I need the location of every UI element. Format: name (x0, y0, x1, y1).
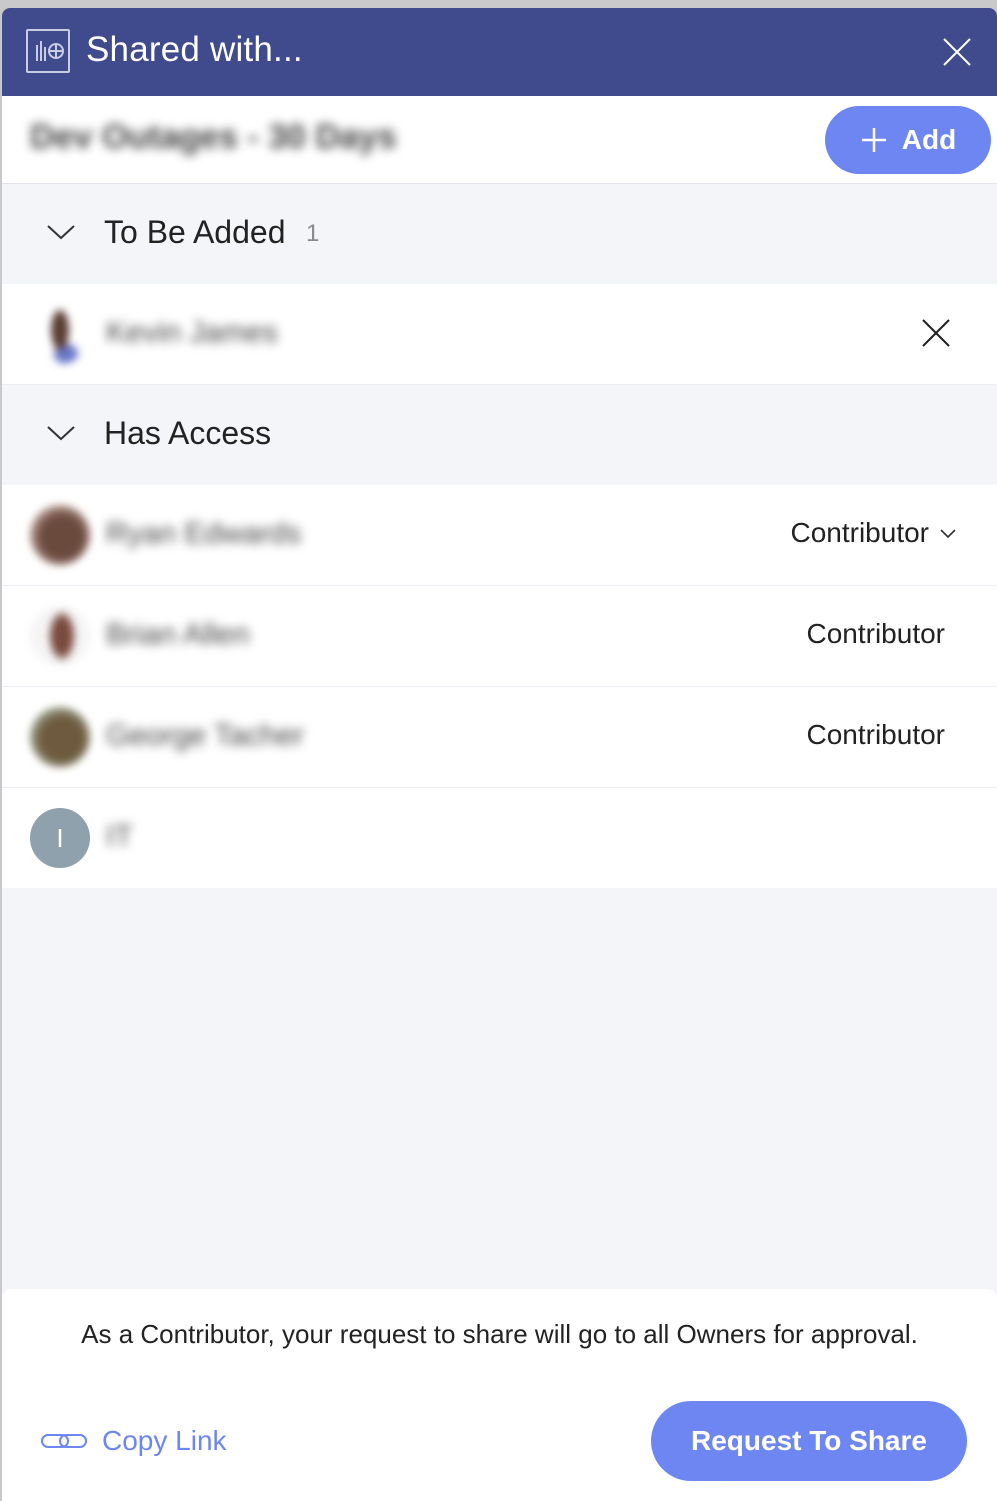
plus-icon (861, 128, 886, 152)
add-button[interactable]: Add (825, 106, 991, 174)
role-dropdown[interactable]: Contributor (790, 517, 957, 549)
user-name: Brian Allen (106, 618, 250, 651)
dialog-title: Shared with... (86, 30, 303, 69)
contributor-note: As a Contributor, your request to share … (81, 1319, 918, 1349)
avatar (30, 707, 90, 767)
section-title: Has Access (104, 415, 272, 451)
user-name: George Tacher (106, 719, 304, 752)
avatar (30, 606, 90, 666)
dashboard-name: Dev Outages - 30 Days (30, 118, 397, 156)
user-name: Ryan Edwards (106, 517, 302, 550)
dashboard-icon (26, 29, 70, 73)
section-has-access[interactable]: Has Access (2, 385, 997, 485)
share-dialog: Shared with... Dev Outages - 30 Days Add… (2, 8, 997, 1501)
user-name: Kevin James (106, 316, 278, 349)
chevron-down-icon[interactable] (46, 222, 76, 242)
list-item: I IT (2, 788, 997, 888)
role-label: Contributor (806, 618, 945, 649)
list-item: Ryan Edwards Contributor (2, 485, 997, 586)
section-title: To Be Added (104, 214, 286, 250)
remove-user-icon[interactable] (921, 318, 951, 348)
dashboard-name-bar: Dev Outages - 30 Days Add (2, 96, 997, 184)
close-icon[interactable] (941, 36, 973, 68)
list-item: George Tacher Contributor (2, 687, 997, 788)
section-to-be-added[interactable]: To Be Added 1 (2, 184, 997, 284)
chevron-down-icon[interactable] (46, 423, 76, 443)
request-to-share-button[interactable]: Request To Share (651, 1401, 967, 1481)
role-label: Contributor (790, 517, 929, 548)
link-icon (41, 1434, 87, 1448)
section-count: 1 (306, 220, 320, 247)
role-label: Contributor (806, 719, 945, 750)
chevron-down-icon (940, 529, 956, 539)
copy-link-button[interactable]: Copy Link (40, 1425, 227, 1457)
avatar (30, 505, 90, 565)
dialog-titlebar: Shared with... (2, 8, 997, 96)
avatar (30, 304, 90, 364)
add-button-label: Add (901, 124, 957, 155)
copy-link-label: Copy Link (102, 1425, 227, 1456)
list-item: Kevin James (2, 284, 997, 385)
user-name: IT (106, 820, 133, 853)
dialog-footer: As a Contributor, your request to share … (2, 1289, 997, 1501)
avatar: I (30, 808, 90, 868)
list-item: Brian Allen Contributor (2, 586, 997, 687)
